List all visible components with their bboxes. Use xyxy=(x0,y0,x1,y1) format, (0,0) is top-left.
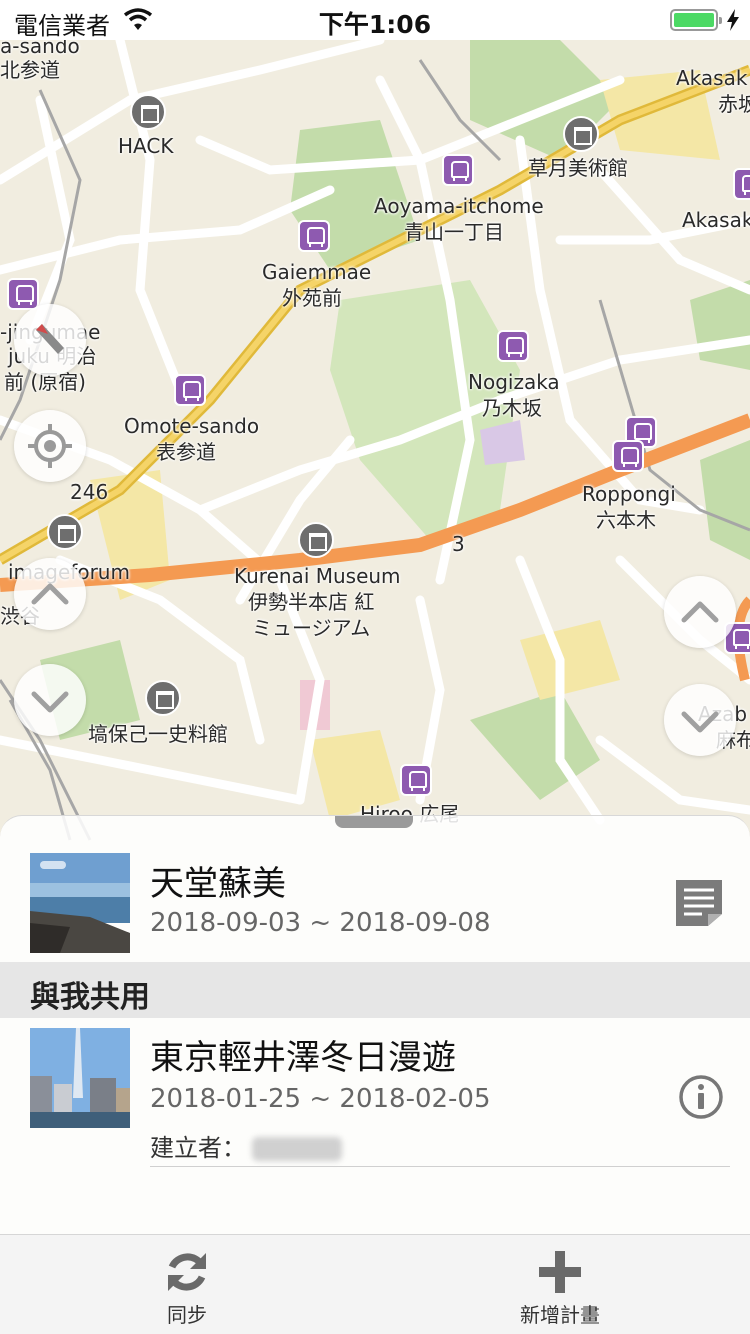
sync-tab-label: 同步 xyxy=(167,1303,207,1327)
station-pin-nogizaka[interactable] xyxy=(497,330,529,362)
trip-dates: 2018-01-25 ~ 2018-02-05 xyxy=(150,1084,491,1114)
sync-tab[interactable]: 同步 xyxy=(117,1235,257,1334)
chevron-up-icon xyxy=(681,601,719,623)
map-label-hanawa: 塙保己一史料館 xyxy=(88,722,228,746)
map-label-nogizaka: Nogizaka xyxy=(468,370,560,394)
map-label-aoyama-itchome-jp: 青山一丁目 xyxy=(404,220,504,244)
trip-row-shared-trip[interactable]: 東京輕井澤冬日漫遊 2018-01-25 ~ 2018-02-05 建立者： xyxy=(0,1018,750,1168)
map-label-kurenai-jp-1: 伊勢半本店 紅 xyxy=(248,590,375,614)
trip-thumbnail-tokyo-skytree xyxy=(30,1028,130,1128)
clock: 下午1:06 xyxy=(318,10,432,39)
compass-icon xyxy=(36,324,64,354)
station-pin-aoyama[interactable] xyxy=(442,154,474,186)
creator-name-redacted xyxy=(252,1137,342,1161)
station-pin-omotesando[interactable] xyxy=(174,374,206,406)
scroll-down-button-right[interactable] xyxy=(664,684,736,756)
station-pin-gaiemmae[interactable] xyxy=(298,220,330,252)
chevron-down-icon xyxy=(31,691,69,713)
plus-icon xyxy=(539,1251,581,1293)
charging-icon xyxy=(727,9,739,31)
map-label-omotesando: Omote-sando xyxy=(124,414,260,438)
map-label-nogizaka-jp: 乃木坂 xyxy=(482,396,542,420)
trip-title: 東京輕井澤冬日漫遊 xyxy=(150,1038,456,1078)
map-label-route-3: 3 xyxy=(452,532,465,556)
cinema-icon-hack[interactable] xyxy=(130,94,166,130)
trip-creator: 建立者： xyxy=(150,1128,342,1163)
map-label-gaiemmae-jp: 外苑前 xyxy=(282,286,342,310)
scroll-up-button-right[interactable] xyxy=(664,576,736,648)
section-header-shared: 與我共用 xyxy=(0,962,750,1018)
new-plan-tab[interactable]: 新增計畫 xyxy=(490,1235,630,1334)
battery-icon xyxy=(670,9,722,31)
new-plan-tab-label: 新增計畫 xyxy=(520,1303,600,1327)
scroll-up-button-left[interactable] xyxy=(14,558,86,630)
map-label-hack: HACK xyxy=(118,134,174,158)
crosshair-icon xyxy=(28,424,72,468)
scroll-down-button-left[interactable] xyxy=(14,664,86,736)
map-label-kurenai: Kurenai Museum xyxy=(234,564,401,588)
museum-icon-hanawa[interactable] xyxy=(145,680,181,716)
station-pin-akasaka[interactable] xyxy=(733,168,750,200)
map-label-kitasando: 北参道 xyxy=(0,58,60,82)
museum-icon-sogetsu[interactable] xyxy=(563,116,599,152)
museum-icon-kurenai[interactable] xyxy=(298,522,334,558)
map-label-gaiemmae: Gaiemmae xyxy=(262,260,372,284)
cinema-icon-imageforum[interactable] xyxy=(47,514,83,550)
notes-icon[interactable] xyxy=(674,878,724,928)
map-label-aoyama-itchome: Aoyama-itchome xyxy=(374,194,544,218)
sync-icon xyxy=(168,1253,206,1291)
trip-row-my-trip[interactable]: 天堂蘇美 2018-09-03 ~ 2018-09-08 xyxy=(0,816,750,962)
chevron-down-icon xyxy=(681,711,719,733)
map-label-omotesando-jp: 表参道 xyxy=(156,440,216,464)
map-label-roppongi-jp: 六本木 xyxy=(596,508,656,532)
map-label-omotesando-top: a-sando xyxy=(0,40,80,58)
status-bar: 電信業者 下午1:06 xyxy=(0,0,750,40)
map-label-akasaka-2: Akasak xyxy=(682,208,750,232)
trip-thumbnail-seaside xyxy=(30,853,130,953)
chevron-up-icon xyxy=(31,583,69,605)
trip-dates: 2018-09-03 ~ 2018-09-08 xyxy=(150,908,491,938)
row-divider xyxy=(150,1166,730,1167)
map-label-kurenai-jp-2: ミュージアム xyxy=(252,616,371,640)
creator-label: 建立者： xyxy=(150,1134,246,1162)
trip-title: 天堂蘇美 xyxy=(150,864,286,904)
station-pin-hiroo[interactable] xyxy=(400,764,432,796)
map-label-akasaka-jp: 赤坂 xyxy=(718,92,750,116)
info-icon[interactable] xyxy=(678,1074,724,1120)
compass-button[interactable] xyxy=(14,304,86,376)
map-label-route-246: 246 xyxy=(70,480,109,504)
station-pin-roppongi-2[interactable] xyxy=(612,440,644,472)
map-label-sogetsu: 草月美術館 xyxy=(528,156,628,180)
map-label-akasaka-top: Akasak xyxy=(676,66,748,90)
tab-bar: 同步 新增計畫 xyxy=(0,1234,750,1334)
section-header-label: 與我共用 xyxy=(30,980,150,1015)
locate-me-button[interactable] xyxy=(14,410,86,482)
map-label-roppongi: Roppongi xyxy=(582,482,676,506)
